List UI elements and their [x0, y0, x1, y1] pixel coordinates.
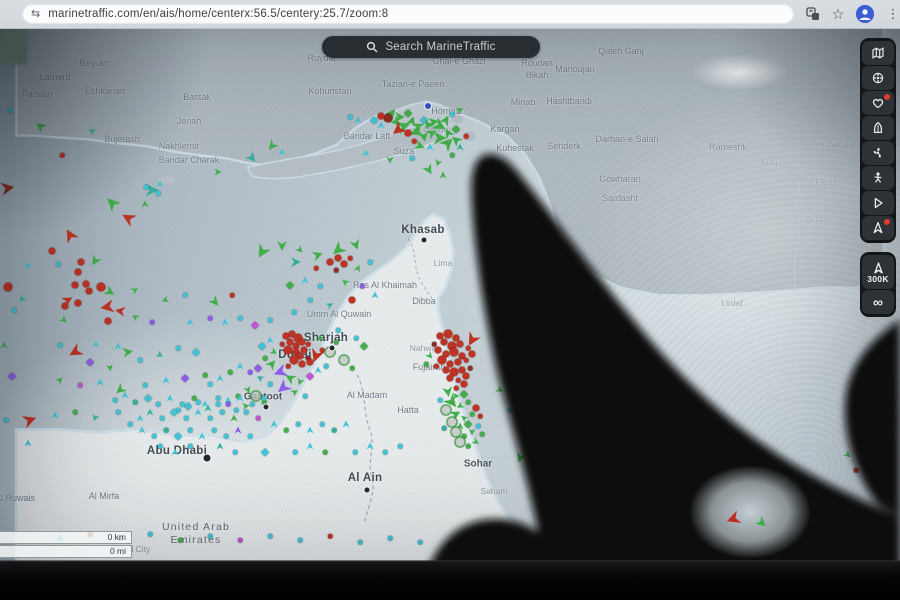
browser-toolbar: ⇆ marinetraffic.com/en/ais/home/centerx:…: [0, 0, 900, 29]
monitor-bezel: [0, 561, 900, 600]
photographed-monitor: BeyramLamerdParsianEshkananBastakJenahBu…: [0, 0, 900, 600]
url-text: marinetraffic.com/en/ais/home/centerx:56…: [48, 8, 388, 20]
bookmark-star-icon[interactable]: ☆: [829, 5, 847, 23]
translate-icon[interactable]: [804, 5, 822, 23]
site-settings-icon[interactable]: ⇆: [31, 9, 40, 20]
address-bar[interactable]: ⇆ marinetraffic.com/en/ais/home/centerx:…: [22, 4, 794, 24]
light-gap-between-fingers: [690, 466, 810, 558]
menu-dots-icon[interactable]: ⋮: [884, 5, 900, 23]
profile-avatar[interactable]: [856, 5, 874, 23]
screen-bottom-edge: [0, 560, 900, 562]
